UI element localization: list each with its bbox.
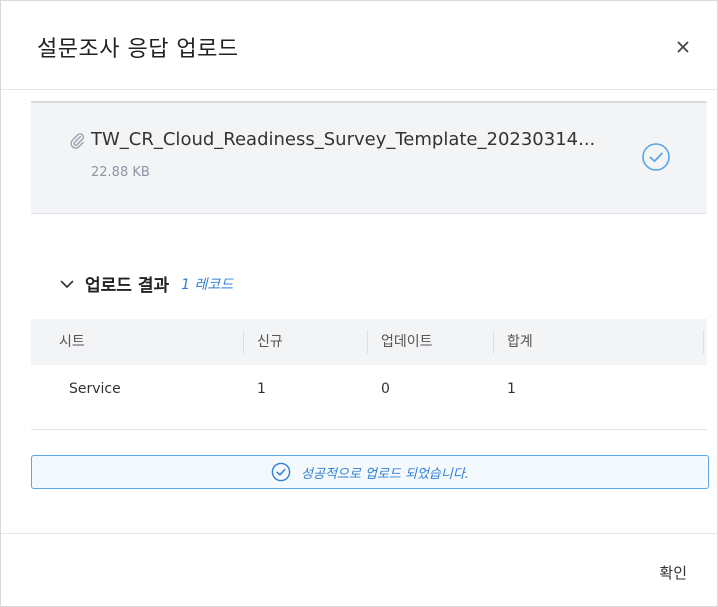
table-divider: [31, 429, 707, 430]
column-divider: [493, 330, 494, 354]
dialog-title: 설문조사 응답 업로드: [37, 37, 239, 62]
table-header: 시트 신규 업데이트 합계: [31, 319, 707, 365]
paperclip-icon: [69, 131, 85, 149]
column-divider: [243, 330, 244, 354]
uploaded-file-card: TW_CR_Cloud_Readiness_Survey_Template_20…: [31, 101, 707, 214]
result-table: 시트 신규 업데이트 합계 Service 1 0 1: [31, 319, 707, 413]
record-count: 1 레코드: [181, 276, 234, 293]
column-header-update: 업데이트: [381, 334, 433, 350]
file-size: 22.88 KB: [91, 165, 150, 180]
column-header-total: 합계: [507, 334, 533, 350]
cell-new: 1: [257, 381, 266, 397]
check-circle-icon: [271, 462, 291, 482]
confirm-button[interactable]: 확인: [659, 562, 687, 583]
check-circle-icon: [641, 142, 671, 172]
file-name: TW_CR_Cloud_Readiness_Survey_Template_20…: [91, 129, 596, 150]
upload-result-header: 업로드 결과 1 레코드: [59, 271, 233, 296]
cell-sheet: Service: [69, 381, 121, 397]
chevron-down-icon[interactable]: [59, 276, 75, 292]
column-header-sheet: 시트: [59, 334, 85, 350]
dialog-footer: 확인: [1, 533, 717, 607]
file-row: TW_CR_Cloud_Readiness_Survey_Template_20…: [69, 129, 595, 150]
success-message: 성공적으로 업로드 되었습니다.: [301, 466, 469, 482]
column-header-new: 신규: [257, 334, 283, 350]
table-row: Service 1 0 1: [31, 365, 707, 413]
dialog-header: 설문조사 응답 업로드: [1, 1, 717, 90]
cell-update: 0: [381, 381, 390, 397]
upload-dialog: 설문조사 응답 업로드 TW_CR_Cloud_Readiness_Survey…: [0, 0, 718, 607]
result-title: 업로드 결과: [85, 276, 170, 296]
column-divider: [367, 330, 368, 354]
success-banner: 성공적으로 업로드 되었습니다.: [31, 455, 709, 489]
cell-total: 1: [507, 381, 516, 397]
column-divider: [703, 330, 704, 354]
close-icon[interactable]: [673, 37, 693, 57]
table-body: Service 1 0 1: [31, 365, 707, 413]
